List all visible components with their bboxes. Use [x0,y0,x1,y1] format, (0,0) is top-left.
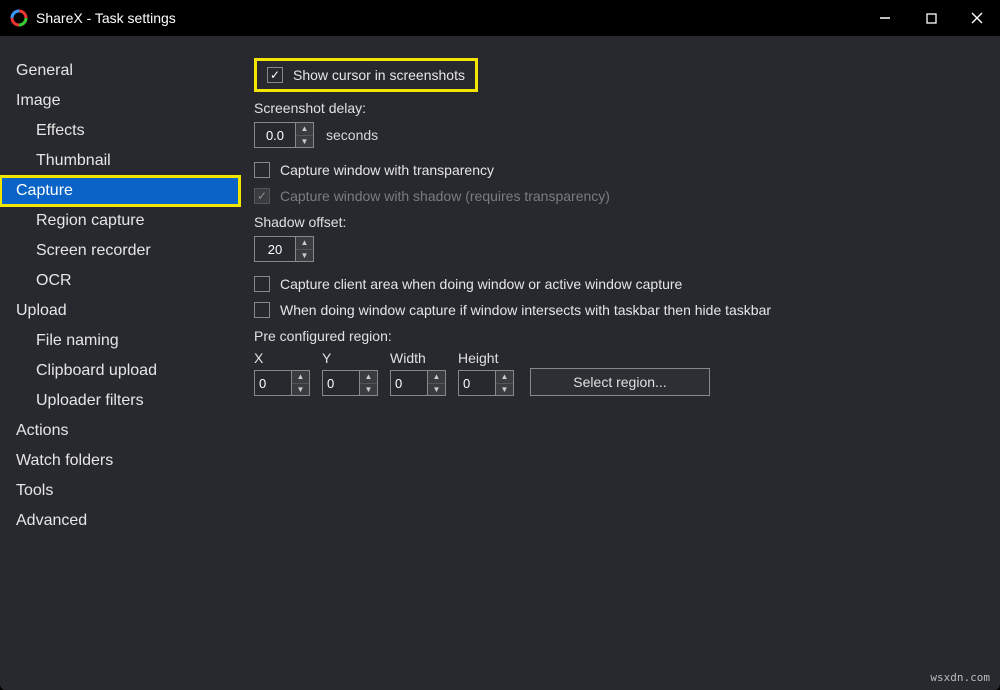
client-area-label: Capture client area when doing window or… [280,276,682,292]
spinner-down-icon[interactable]: ▼ [296,136,313,148]
spinner-up-icon[interactable]: ▲ [292,371,309,384]
select-region-button[interactable]: Select region... [530,368,710,396]
window-title: ShareX - Task settings [36,10,862,26]
sidebar-item-upload[interactable]: Upload [0,296,240,326]
spinner-down-icon[interactable]: ▼ [428,384,445,396]
sidebar-item-thumbnail[interactable]: Thumbnail [0,146,240,176]
sidebar-item-general[interactable]: General [0,56,240,86]
content-panel: Show cursor in screenshots Screenshot de… [240,36,1000,690]
region-y-label: Y [322,350,378,366]
sidebar-item-region-capture[interactable]: Region capture [0,206,240,236]
sidebar-item-watch-folders[interactable]: Watch folders [0,446,240,476]
capture-shadow-label: Capture window with shadow (requires tra… [280,188,610,204]
sidebar-item-advanced[interactable]: Advanced [0,506,240,536]
sidebar-item-capture[interactable]: Capture [0,176,240,206]
region-width-input[interactable] [391,371,427,395]
region-y-spinner[interactable]: ▲▼ [322,370,378,396]
window-body: General Image Effects Thumbnail Capture … [0,36,1000,690]
minimize-button[interactable] [862,0,908,36]
shadow-offset-input[interactable] [255,237,295,261]
hide-taskbar-label: When doing window capture if window inte… [280,302,771,318]
spinner-up-icon[interactable]: ▲ [296,123,313,136]
sidebar-item-actions[interactable]: Actions [0,416,240,446]
region-x-spinner[interactable]: ▲▼ [254,370,310,396]
spinner-down-icon[interactable]: ▼ [496,384,513,396]
sidebar-item-effects[interactable]: Effects [0,116,240,146]
show-cursor-highlight: Show cursor in screenshots [254,58,478,92]
sidebar-item-tools[interactable]: Tools [0,476,240,506]
screenshot-delay-spinner[interactable]: ▲▼ [254,122,314,148]
sharex-logo-icon [10,9,28,27]
hide-taskbar-checkbox[interactable] [254,302,270,318]
region-x-input[interactable] [255,371,291,395]
preconfigured-region-label: Pre configured region: [254,328,986,344]
sidebar-item-screen-recorder[interactable]: Screen recorder [0,236,240,266]
spinner-up-icon[interactable]: ▲ [496,371,513,384]
sidebar-item-uploader-filters[interactable]: Uploader filters [0,386,240,416]
show-cursor-label: Show cursor in screenshots [293,67,465,83]
show-cursor-checkbox[interactable] [267,67,283,83]
region-height-input[interactable] [459,371,495,395]
spinner-down-icon[interactable]: ▼ [360,384,377,396]
close-button[interactable] [954,0,1000,36]
sidebar-item-file-naming[interactable]: File naming [0,326,240,356]
region-width-label: Width [390,350,446,366]
sidebar-item-clipboard-upload[interactable]: Clipboard upload [0,356,240,386]
maximize-button[interactable] [908,0,954,36]
delay-unit-label: seconds [326,127,378,143]
screenshot-delay-input[interactable] [255,123,295,147]
capture-shadow-checkbox [254,188,270,204]
spinner-up-icon[interactable]: ▲ [360,371,377,384]
region-width-spinner[interactable]: ▲▼ [390,370,446,396]
sidebar: General Image Effects Thumbnail Capture … [0,36,240,690]
capture-transparency-checkbox[interactable] [254,162,270,178]
client-area-checkbox[interactable] [254,276,270,292]
capture-transparency-label: Capture window with transparency [280,162,494,178]
region-height-label: Height [458,350,514,366]
region-y-input[interactable] [323,371,359,395]
task-settings-window: ShareX - Task settings General Image Eff… [0,0,1000,690]
sidebar-item-ocr[interactable]: OCR [0,266,240,296]
sidebar-item-image[interactable]: Image [0,86,240,116]
watermark: wsxdn.com [930,671,990,684]
shadow-offset-label: Shadow offset: [254,214,986,230]
shadow-offset-spinner[interactable]: ▲▼ [254,236,314,262]
region-x-label: X [254,350,310,366]
screenshot-delay-label: Screenshot delay: [254,100,986,116]
spinner-up-icon[interactable]: ▲ [428,371,445,384]
titlebar: ShareX - Task settings [0,0,1000,36]
spinner-down-icon[interactable]: ▼ [296,250,313,262]
spinner-up-icon[interactable]: ▲ [296,237,313,250]
region-group: X ▲▼ Y ▲▼ Width [254,350,986,396]
spinner-down-icon[interactable]: ▼ [292,384,309,396]
region-height-spinner[interactable]: ▲▼ [458,370,514,396]
